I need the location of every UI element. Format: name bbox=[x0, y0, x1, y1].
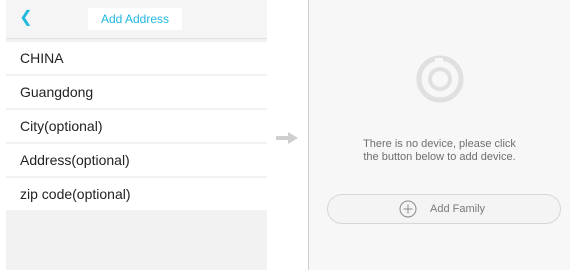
back-button[interactable]: ❮ bbox=[16, 8, 36, 28]
country-field[interactable]: CHINA bbox=[6, 42, 267, 74]
page-title: Add Address bbox=[88, 8, 182, 30]
plus-circle-icon bbox=[399, 200, 417, 218]
zip-code-field[interactable]: zip code(optional) bbox=[6, 178, 267, 210]
empty-message-line2: the button below to add device. bbox=[363, 151, 516, 163]
province-field[interactable]: Guangdong bbox=[6, 76, 267, 108]
empty-state-message: There is no device, please click the but… bbox=[309, 138, 570, 164]
empty-devices-ring-icon bbox=[415, 54, 465, 104]
arrow-right-icon bbox=[276, 131, 298, 144]
add-address-screen: ❮ Add Address CHINA Guangdong City(optio… bbox=[6, 0, 267, 270]
empty-message-line1: There is no device, please click bbox=[363, 138, 516, 150]
address-field[interactable]: Address(optional) bbox=[6, 144, 267, 176]
add-family-button[interactable]: Add Family bbox=[327, 194, 561, 224]
city-field[interactable]: City(optional) bbox=[6, 110, 267, 142]
device-list-screen: There is no device, please click the but… bbox=[309, 0, 570, 270]
chevron-left-icon: ❮ bbox=[19, 9, 33, 26]
add-family-label: Add Family bbox=[430, 203, 486, 215]
navigation-bar: ❮ Add Address bbox=[6, 0, 267, 39]
address-form: CHINA Guangdong City(optional) Address(o… bbox=[6, 42, 267, 212]
